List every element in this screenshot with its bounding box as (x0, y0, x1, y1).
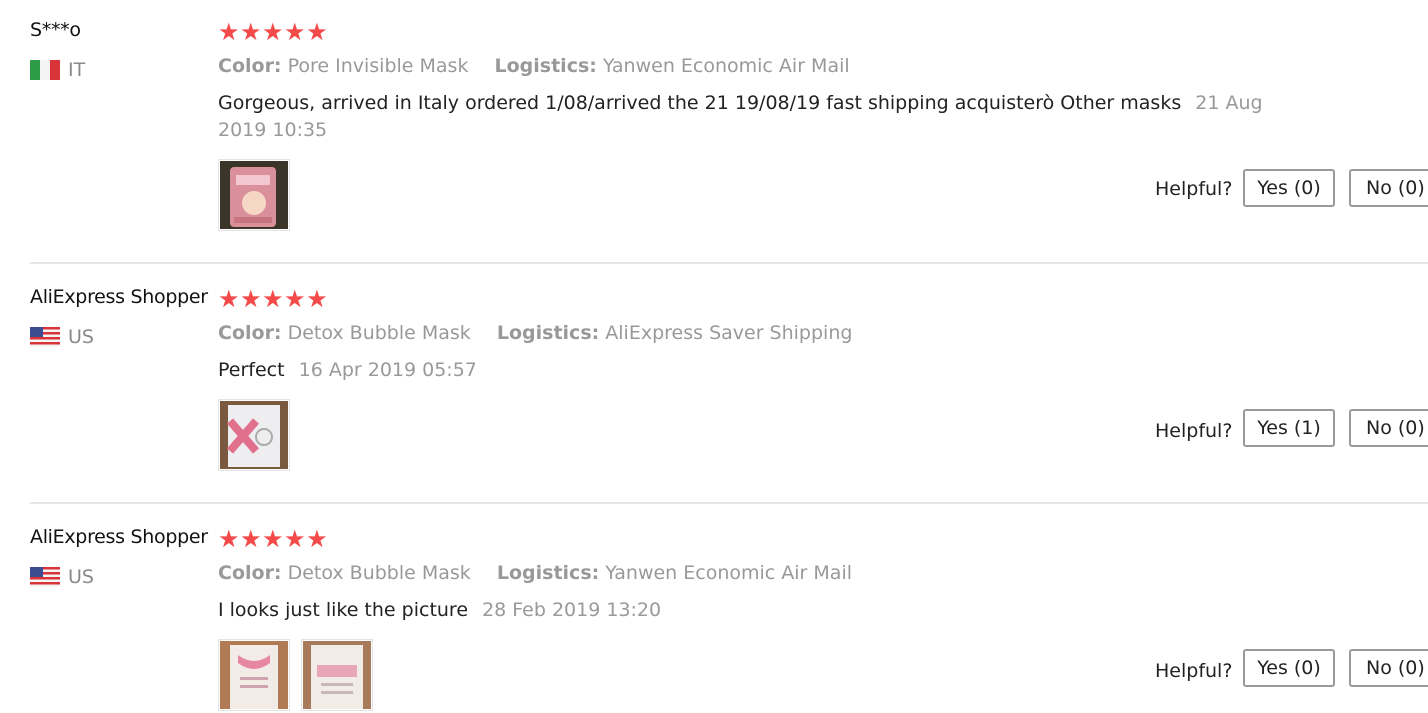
review-divider (30, 262, 1428, 264)
helpful-yes-button[interactable]: Yes (1) (1243, 409, 1335, 447)
reviewer-name: AliExpress Shopper (30, 286, 208, 308)
country-code: US (68, 566, 94, 588)
color-label: Color: (218, 562, 282, 584)
color-value: Pore Invisible Mask (287, 55, 469, 77)
color-value: Detox Bubble Mask (287, 322, 471, 344)
review-comment: I looks just like the picture (218, 599, 469, 621)
italy-flag-icon (30, 60, 60, 80)
logistics-label: Logistics: (494, 55, 597, 77)
review-date: 16 Apr 2019 05:57 (298, 359, 477, 381)
logistics-value: Yanwen Economic Air Mail (602, 55, 850, 77)
logistics-value: Yanwen Economic Air Mail (605, 562, 853, 584)
review-photo-thumbnail[interactable] (218, 399, 290, 471)
color-label: Color: (218, 322, 282, 344)
helpful-no-button[interactable]: No (0) (1349, 649, 1428, 687)
review-comment: Perfect (218, 359, 285, 381)
mask-package-photo (220, 161, 288, 229)
review-meta: Color: Pore Invisible Mask Logistics: Ya… (218, 55, 850, 77)
country-code: US (68, 326, 94, 348)
review-photo-thumbnail[interactable] (218, 159, 290, 231)
reviewer-country: US (30, 566, 94, 588)
color-value: Detox Bubble Mask (287, 562, 471, 584)
reviewer-name: S***o (30, 19, 81, 41)
review-photo-thumbnail[interactable] (218, 639, 290, 711)
review-photo-thumbnail[interactable] (301, 639, 373, 711)
logistics-label: Logistics: (496, 562, 600, 584)
star-rating: ★★★★★ (218, 18, 329, 46)
helpful-yes-button[interactable]: Yes (0) (1243, 649, 1335, 687)
helpful-no-button[interactable]: No (0) (1349, 409, 1428, 447)
helpful-yes-button[interactable]: Yes (0) (1243, 169, 1335, 207)
helpful-label: Helpful? (1155, 660, 1233, 682)
helpful-no-button[interactable]: No (0) (1349, 169, 1428, 207)
review-meta: Color: Detox Bubble Mask Logistics: AliE… (218, 322, 852, 344)
reviewer-country: IT (30, 59, 85, 81)
mask-package-photo (220, 401, 288, 469)
review-meta: Color: Detox Bubble Mask Logistics: Yanw… (218, 562, 852, 584)
logistics-value: AliExpress Saver Shipping (605, 322, 853, 344)
helpful-label: Helpful? (1155, 420, 1233, 442)
review-date: 28 Feb 2019 13:20 (482, 599, 662, 621)
reviewer-country: US (30, 326, 94, 348)
logistics-label: Logistics: (496, 322, 600, 344)
review-text: Perfect 16 Apr 2019 05:57 (218, 357, 1278, 384)
usa-flag-icon (30, 327, 60, 347)
review-text: I looks just like the picture 28 Feb 201… (218, 597, 1278, 624)
color-label: Color: (218, 55, 282, 77)
review-comment: Gorgeous, arrived in Italy ordered 1/08/… (218, 92, 1182, 114)
star-rating: ★★★★★ (218, 525, 329, 553)
country-code: IT (68, 59, 86, 81)
reviewer-name: AliExpress Shopper (30, 526, 208, 548)
review-divider (30, 502, 1428, 504)
star-rating: ★★★★★ (218, 285, 329, 313)
usa-flag-icon (30, 567, 60, 587)
review-text: Gorgeous, arrived in Italy ordered 1/08/… (218, 90, 1278, 144)
helpful-label: Helpful? (1155, 178, 1233, 200)
